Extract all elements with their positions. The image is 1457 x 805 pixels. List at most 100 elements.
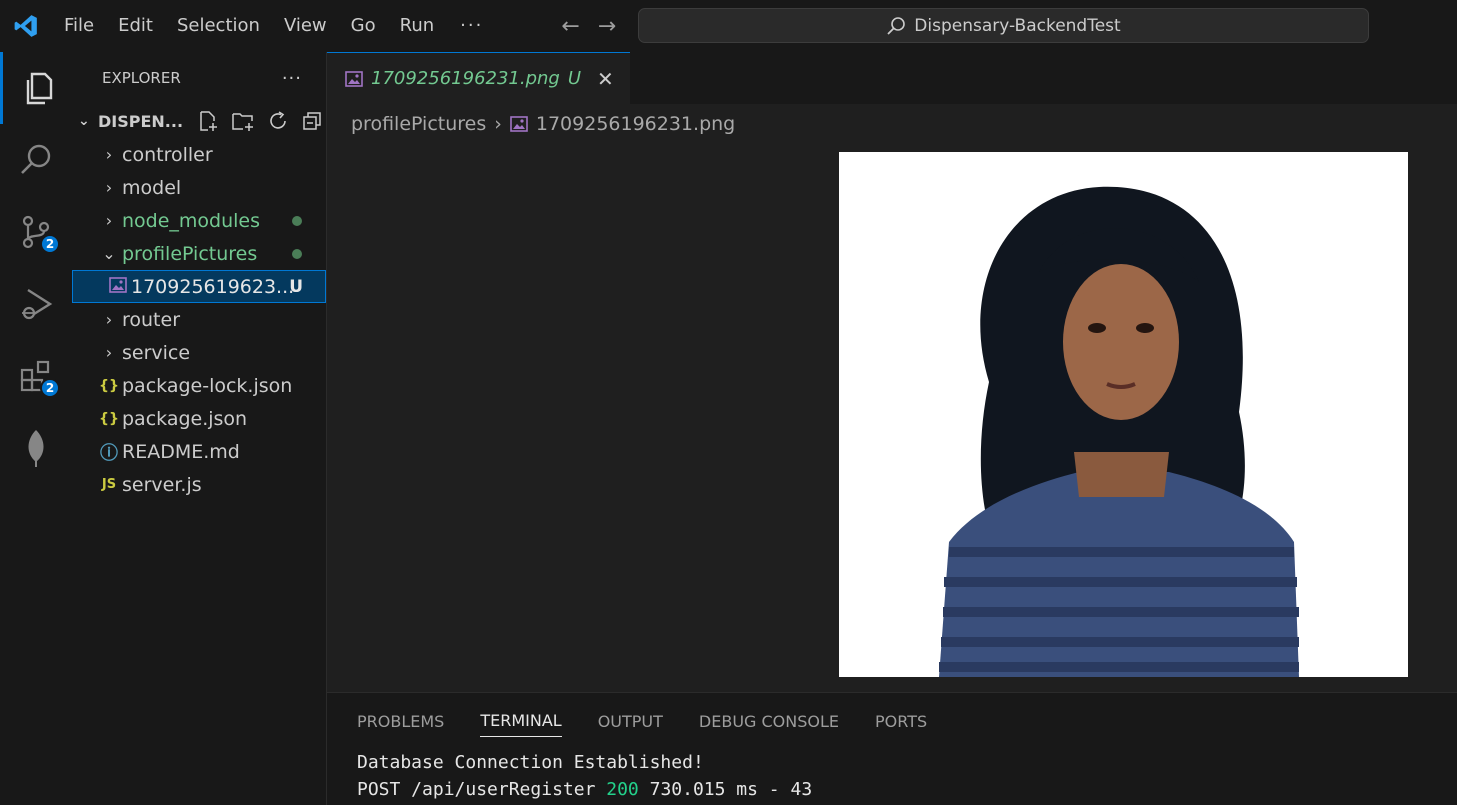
source-control-badge: 2 bbox=[40, 234, 60, 254]
collapse-all-icon[interactable] bbox=[301, 110, 323, 132]
editor-tab-image[interactable]: 1709256196231.png U ✕ bbox=[327, 52, 630, 104]
breadcrumb-folder[interactable]: profilePictures bbox=[351, 113, 486, 135]
tree-folder-node-modules[interactable]: › node_modules bbox=[72, 204, 326, 237]
close-icon[interactable]: ✕ bbox=[597, 67, 614, 91]
tree-folder-controller[interactable]: › controller bbox=[72, 138, 326, 171]
json-file-icon: {} bbox=[99, 377, 119, 394]
tree-file-readme[interactable]: ⓘ README.md bbox=[72, 435, 326, 468]
tree-folder-profile-pictures[interactable]: ⌄ profilePictures bbox=[72, 237, 326, 270]
back-arrow-icon[interactable]: ← bbox=[561, 14, 579, 39]
info-file-icon: ⓘ bbox=[100, 442, 118, 464]
tree-folder-model[interactable]: › model bbox=[72, 171, 326, 204]
folder-actions bbox=[197, 110, 323, 132]
menu-bar: File Edit Selection View Go Run ··· bbox=[52, 0, 497, 52]
navigation-arrows: ← → bbox=[561, 14, 616, 39]
tab-ports[interactable]: PORTS bbox=[875, 712, 927, 731]
image-file-icon bbox=[510, 116, 528, 132]
tree-item-label: package-lock.json bbox=[122, 374, 293, 397]
terminal-timing: 730.015 ms - 43 bbox=[638, 779, 813, 800]
tree-item-label: 170925619623... bbox=[131, 275, 295, 298]
explorer-more-button[interactable]: ··· bbox=[282, 68, 302, 89]
workspace-folder-name: DISPEN... bbox=[98, 111, 184, 131]
menu-selection[interactable]: Selection bbox=[165, 0, 272, 52]
bottom-panel: PROBLEMS TERMINAL OUTPUT DEBUG CONSOLE P… bbox=[327, 692, 1457, 805]
chevron-right-icon: › bbox=[105, 343, 113, 362]
new-folder-icon[interactable] bbox=[231, 110, 255, 132]
forward-arrow-icon[interactable]: → bbox=[598, 14, 616, 39]
chevron-down-icon: ⌄ bbox=[78, 113, 90, 129]
run-debug-icon bbox=[22, 288, 53, 320]
chevron-right-icon: › bbox=[105, 145, 113, 164]
menu-file[interactable]: File bbox=[52, 0, 106, 52]
explorer-activity-button[interactable] bbox=[0, 52, 72, 124]
tree-file-package-json[interactable]: {} package.json bbox=[72, 402, 326, 435]
command-center-label: Dispensary-BackendTest bbox=[914, 15, 1121, 36]
tree-file-image-selected[interactable]: 170925619623... U bbox=[72, 270, 326, 303]
vscode-logo-icon bbox=[0, 0, 52, 52]
chevron-right-icon: › bbox=[105, 178, 113, 197]
explorer-header: EXPLORER ··· bbox=[72, 52, 326, 104]
editor-tab-bar: 1709256196231.png U ✕ bbox=[327, 52, 1457, 104]
tree-item-label: server.js bbox=[122, 473, 202, 496]
source-control-activity-button[interactable]: 2 bbox=[0, 196, 72, 268]
title-bar: File Edit Selection View Go Run ··· ← → … bbox=[0, 0, 1457, 52]
image-preview bbox=[839, 152, 1408, 677]
chevron-right-icon: › bbox=[494, 113, 502, 135]
menu-go[interactable]: Go bbox=[339, 0, 388, 52]
tree-folder-service[interactable]: › service bbox=[72, 336, 326, 369]
search-activity-button[interactable] bbox=[0, 124, 72, 196]
tab-terminal[interactable]: TERMINAL bbox=[480, 711, 562, 737]
chevron-down-icon: ⌄ bbox=[102, 244, 116, 263]
image-file-icon bbox=[105, 276, 131, 297]
menu-run[interactable]: Run bbox=[388, 0, 447, 52]
profile-photo-portrait bbox=[839, 152, 1408, 677]
mongodb-activity-button[interactable] bbox=[0, 412, 72, 484]
menu-more-button[interactable]: ··· bbox=[446, 0, 497, 52]
json-file-icon: {} bbox=[99, 410, 119, 427]
tree-item-label: model bbox=[122, 176, 182, 199]
breadcrumb-file[interactable]: 1709256196231.png bbox=[536, 113, 735, 135]
command-center[interactable]: Dispensary-BackendTest bbox=[638, 8, 1369, 43]
javascript-file-icon: JS bbox=[101, 477, 117, 492]
tree-file-server-js[interactable]: JS server.js bbox=[72, 468, 326, 501]
tree-item-label: controller bbox=[122, 143, 213, 166]
terminal-request: POST /api/userRegister bbox=[357, 779, 607, 800]
tree-item-label: package.json bbox=[122, 407, 248, 430]
activity-bar: 2 2 bbox=[0, 52, 72, 805]
tab-output[interactable]: OUTPUT bbox=[598, 712, 663, 731]
tree-item-label: profilePictures bbox=[122, 242, 258, 265]
explorer-title: EXPLORER bbox=[102, 69, 181, 87]
run-debug-activity-button[interactable] bbox=[0, 268, 72, 340]
tree-item-label: service bbox=[122, 341, 191, 364]
terminal-line: POST /api/userRegister 200 730.015 ms - … bbox=[357, 776, 1457, 803]
terminal-line: Database Connection Established! bbox=[357, 752, 704, 773]
extensions-badge: 2 bbox=[40, 378, 60, 398]
git-status-dot bbox=[292, 248, 302, 259]
workspace-folder-row[interactable]: ⌄ DISPEN... bbox=[72, 104, 326, 138]
tab-problems[interactable]: PROBLEMS bbox=[357, 712, 444, 731]
untracked-status: U bbox=[289, 276, 303, 297]
extensions-activity-button[interactable]: 2 bbox=[0, 340, 72, 412]
search-icon bbox=[887, 16, 906, 35]
chevron-right-icon: › bbox=[105, 310, 113, 329]
search-icon bbox=[21, 144, 51, 174]
tab-status: U bbox=[567, 68, 582, 89]
mongodb-leaf-icon bbox=[28, 430, 44, 467]
editor-area: 1709256196231.png U ✕ profilePictures › … bbox=[327, 52, 1457, 692]
chevron-right-icon: › bbox=[105, 211, 113, 230]
menu-edit[interactable]: Edit bbox=[106, 0, 165, 52]
terminal-output[interactable]: Database Connection Established! POST /a… bbox=[327, 749, 1457, 803]
breadcrumb: profilePictures › 1709256196231.png bbox=[327, 104, 1457, 144]
refresh-icon[interactable] bbox=[267, 110, 289, 132]
image-file-icon bbox=[345, 70, 363, 87]
menu-view[interactable]: View bbox=[272, 0, 339, 52]
explorer-sidebar: EXPLORER ··· ⌄ DISPEN... › controller › … bbox=[72, 52, 327, 805]
tab-debug-console[interactable]: DEBUG CONSOLE bbox=[699, 712, 839, 731]
tree-file-package-lock[interactable]: {} package-lock.json bbox=[72, 369, 326, 402]
new-file-icon[interactable] bbox=[197, 110, 219, 132]
tab-label: 1709256196231.png bbox=[371, 68, 560, 89]
tree-item-label: node_modules bbox=[122, 209, 261, 232]
panel-tabs: PROBLEMS TERMINAL OUTPUT DEBUG CONSOLE P… bbox=[327, 693, 1457, 749]
files-icon bbox=[26, 72, 52, 105]
tree-folder-router[interactable]: › router bbox=[72, 303, 326, 336]
